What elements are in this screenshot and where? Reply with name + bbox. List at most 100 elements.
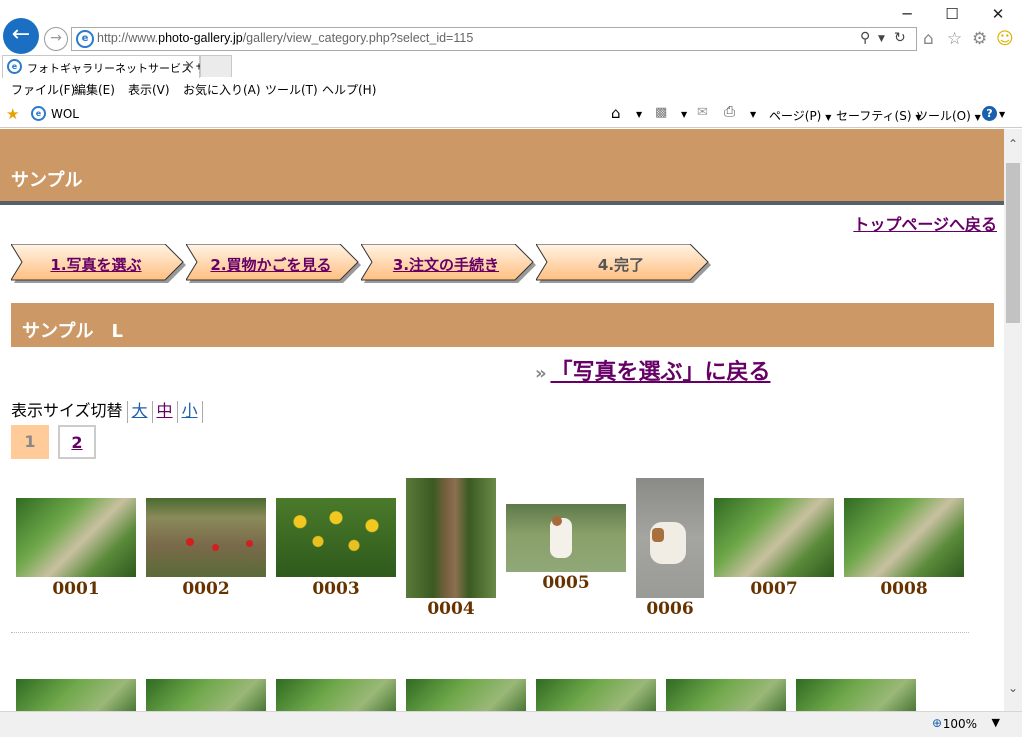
new-tab-button[interactable] <box>200 55 232 77</box>
back-to-select-wrap: » 「写真を選ぶ」に戻る <box>535 354 770 386</box>
forward-button[interactable]: → <box>44 27 68 51</box>
ie-page-icon: e <box>76 30 94 48</box>
photo-thumbnail-row2-5[interactable] <box>536 679 656 711</box>
photo-thumbnail-0001[interactable] <box>16 498 136 577</box>
vertical-scrollbar[interactable]: ⌃ ⌄ <box>1004 129 1022 711</box>
safety-menu[interactable]: セーフティ(S) ▼ <box>836 107 922 124</box>
photo-thumbnail-0003[interactable] <box>276 498 396 577</box>
menu-file[interactable]: ファイル(F) <box>11 81 75 98</box>
search-icon[interactable]: ⚲ <box>860 30 870 46</box>
photo-thumbnail-row2-2[interactable] <box>146 679 266 711</box>
help-dropdown-icon[interactable]: ▼ <box>999 110 1005 119</box>
photo-label-0006: 0006 <box>646 599 694 619</box>
category-header: サンプル L <box>11 303 994 347</box>
feeds-icon[interactable]: ▩ <box>655 105 667 120</box>
step-select-photos[interactable]: 1.写真を選ぶ <box>11 244 186 283</box>
step-complete: 4.完了 <box>536 244 711 283</box>
menu-view[interactable]: 表示(V) <box>128 81 170 98</box>
photo-label-0002: 0002 <box>182 579 230 599</box>
separator <box>126 400 128 423</box>
refresh-icon[interactable]: ↻ <box>894 30 906 46</box>
back-arrow-icon: ← <box>11 22 31 47</box>
favorites-add-icon[interactable]: ★ <box>6 105 19 123</box>
photo-thumbnail-row2-4[interactable] <box>406 679 526 711</box>
photo-thumbnail-0005[interactable] <box>506 504 626 572</box>
photo-thumbnail-row2-3[interactable] <box>276 679 396 711</box>
photo-thumbnail-0006[interactable] <box>636 478 704 598</box>
step-checkout[interactable]: 3.注文の手続き <box>361 244 536 283</box>
print-dropdown-icon[interactable]: ▼ <box>750 110 756 119</box>
mail-icon[interactable]: ✉ <box>697 105 708 120</box>
size-small-link[interactable]: 小 <box>182 401 198 420</box>
zoom-magnifier-icon: ⊕ <box>931 716 942 730</box>
step-label: 2.買物かごを見る <box>210 256 332 274</box>
help-icon[interactable]: ? <box>982 106 997 121</box>
step-label: 1.写真を選ぶ <box>50 256 142 274</box>
feeds-dropdown-icon[interactable]: ▼ <box>681 110 687 119</box>
row-divider <box>11 632 969 633</box>
title-bar: ─ ☐ ✕ <box>0 0 1022 24</box>
chevron-down-icon: ▼ <box>825 113 832 122</box>
photo-label-0003: 0003 <box>312 579 360 599</box>
search-dropdown-icon[interactable]: ▼ <box>878 34 885 44</box>
favorites-bar: ★ e WOL ⌂ ▼ ▩ ▼ ✉ ⎙ ▼ ページ(P) ▼ セーフティ(S) … <box>0 101 1022 128</box>
address-url[interactable]: http://www.photo-gallery.jp/gallery/view… <box>97 31 473 45</box>
scroll-thumb[interactable] <box>1006 163 1020 323</box>
back-to-select-link[interactable]: 「写真を選ぶ」に戻る <box>550 360 770 385</box>
scroll-up-icon[interactable]: ⌃ <box>1004 137 1022 151</box>
tab-close-icon[interactable]: × <box>184 58 195 73</box>
forward-arrow-icon: → <box>50 30 62 46</box>
size-large-link[interactable]: 大 <box>132 401 148 420</box>
category-title: サンプル L <box>22 321 123 342</box>
photo-thumbnail-0002[interactable] <box>146 498 266 577</box>
favorites-star-icon[interactable]: ☆ <box>947 29 962 49</box>
double-chevron-right-icon: » <box>535 363 547 384</box>
print-icon[interactable]: ⎙ <box>724 104 735 120</box>
page-2-link[interactable]: 2 <box>58 425 96 459</box>
home-command-icon[interactable]: ⌂ <box>611 104 621 122</box>
scroll-down-icon[interactable]: ⌄ <box>1004 681 1022 695</box>
favorite-wol-link[interactable]: WOL <box>51 107 79 121</box>
smiley-feedback-icon[interactable]: ☺ <box>996 29 1014 49</box>
photo-label-0001: 0001 <box>52 579 100 599</box>
tab-photo-gallery[interactable]: e フォトギャラリーネットサービス サ... × <box>2 55 217 78</box>
step-label: 3.注文の手続き <box>392 256 500 274</box>
ie-tab-icon: e <box>7 59 22 74</box>
size-medium-link[interactable]: 中 <box>157 401 173 420</box>
page-viewport: サンプル トップページへ戻る 1.写真を選ぶ 2.買物かごを見る 3.注文の手続… <box>0 129 1004 711</box>
size-switcher: 表示サイズ切替大中小 <box>11 397 207 423</box>
photo-thumbnail-row2-7[interactable] <box>796 679 916 711</box>
photo-label-0004: 0004 <box>427 599 475 619</box>
tools-menu[interactable]: ツール(O) ▼ <box>916 107 981 124</box>
photo-thumbnail-0004[interactable] <box>406 478 496 598</box>
photo-thumbnail-row2-1[interactable] <box>16 679 136 711</box>
photo-label-0008: 0008 <box>880 579 928 599</box>
page-menu[interactable]: ページ(P) ▼ <box>769 107 831 124</box>
separator <box>201 400 203 423</box>
back-button[interactable]: ← <box>3 18 39 54</box>
home-dropdown-icon[interactable]: ▼ <box>636 110 642 119</box>
top-page-link[interactable]: トップページへ戻る <box>853 211 997 235</box>
photo-thumbnail-row2-6[interactable] <box>666 679 786 711</box>
menu-help[interactable]: ヘルプ(H) <box>322 81 376 98</box>
settings-gear-icon[interactable]: ⚙ <box>972 29 987 49</box>
site-title: サンプル <box>11 170 83 191</box>
photo-thumbnail-0008[interactable] <box>844 498 964 577</box>
zoom-dropdown-icon[interactable]: ▼ <box>992 716 1000 729</box>
home-icon[interactable]: ⌂ <box>923 29 934 49</box>
photo-label-0007: 0007 <box>750 579 798 599</box>
status-bar: ⊕ 100% ▼ <box>0 711 1022 737</box>
menu-favorites[interactable]: お気に入り(A) <box>183 81 261 98</box>
address-bar[interactable]: e http://www.photo-gallery.jp/gallery/vi… <box>71 27 917 51</box>
site-header: サンプル <box>0 129 1004 201</box>
header-divider <box>0 201 1004 205</box>
menu-bar: ファイル(F) 編集(E) 表示(V) お気に入り(A) ツール(T) ヘルプ(… <box>0 78 1022 100</box>
menu-edit[interactable]: 編集(E) <box>74 81 115 98</box>
zoom-level[interactable]: 100% <box>943 717 977 731</box>
separator <box>151 400 153 423</box>
menu-tools[interactable]: ツール(T) <box>265 81 318 98</box>
photo-thumbnail-0007[interactable] <box>714 498 834 577</box>
ie-fav-icon: e <box>31 106 46 121</box>
step-label: 4.完了 <box>597 256 645 274</box>
step-view-cart[interactable]: 2.買物かごを見る <box>186 244 361 283</box>
